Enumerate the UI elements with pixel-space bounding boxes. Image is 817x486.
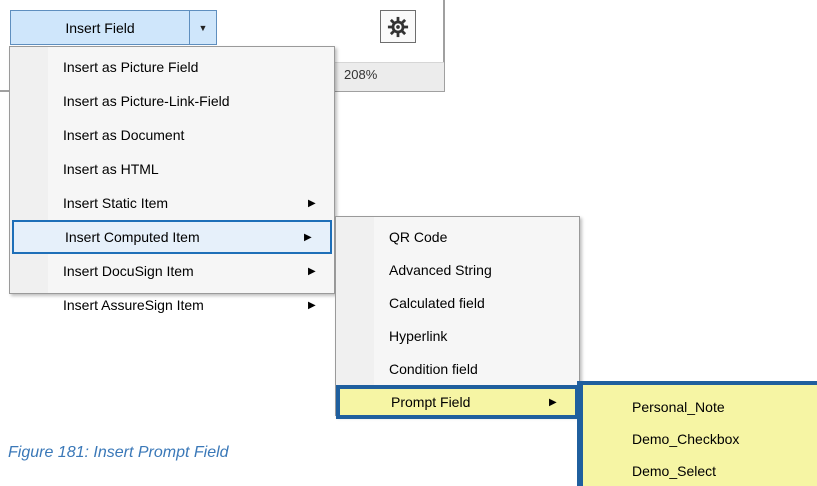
submenu-arrow-icon: ▶ xyxy=(308,299,316,311)
menu-item-insert-docusign-item[interactable]: Insert DocuSign Item ▶ xyxy=(10,254,334,288)
menu-item-insert-as-picture-field[interactable]: Insert as Picture Field xyxy=(10,50,334,84)
insert-field-button[interactable]: Insert Field xyxy=(11,11,189,44)
menu-item-demo-select[interactable]: Demo_Select xyxy=(577,455,817,486)
menu-item-hyperlink[interactable]: Hyperlink xyxy=(336,319,579,352)
menu-item-label: Insert as Picture-Link-Field xyxy=(63,93,230,109)
submenu-arrow-icon: ▶ xyxy=(308,197,316,209)
chevron-down-icon: ▼ xyxy=(198,22,208,33)
menu-item-label: Condition field xyxy=(389,360,478,377)
menu-item-label: Insert Static Item xyxy=(63,195,169,211)
menu-item-insert-static-item[interactable]: Insert Static Item ▶ xyxy=(10,186,334,220)
menu-item-label: Hyperlink xyxy=(389,327,448,344)
submenu-arrow-icon: ▶ xyxy=(308,265,316,277)
menu-item-calculated-field[interactable]: Calculated field xyxy=(336,286,579,319)
zoom-level: 208% xyxy=(344,67,378,82)
computed-item-submenu: QR Code Advanced String Calculated field… xyxy=(335,216,580,419)
highlight-border-left xyxy=(577,381,583,486)
menu-item-personal-note[interactable]: Personal_Note xyxy=(577,391,817,423)
menu-item-label: Calculated field xyxy=(389,294,485,311)
menu-item-condition-field[interactable]: Condition field xyxy=(336,352,579,385)
menu-item-label: Advanced String xyxy=(389,261,492,278)
submenu-arrow-icon: ▶ xyxy=(549,396,557,408)
settings-button[interactable] xyxy=(380,10,416,43)
submenu-arrow-icon: ▶ xyxy=(304,231,312,243)
menu-item-label: Insert as HTML xyxy=(63,161,159,177)
insert-field-dropdown-button[interactable]: ▼ xyxy=(189,11,216,44)
menu-item-label: Insert DocuSign Item xyxy=(63,263,194,279)
menu-item-insert-assuresign-item[interactable]: Insert AssureSign Item ▶ xyxy=(10,288,334,322)
menu-item-label: Demo_Select xyxy=(632,463,717,479)
menu-item-demo-checkbox[interactable]: Demo_Checkbox xyxy=(577,423,817,455)
prompt-field-submenu: Personal_Note Demo_Checkbox Demo_Select xyxy=(577,381,817,486)
menu-item-label: Insert AssureSign Item xyxy=(63,297,204,313)
menu-item-insert-as-picture-link-field[interactable]: Insert as Picture-Link-Field xyxy=(10,84,334,118)
menu-item-label: Personal_Note xyxy=(632,399,725,415)
menu-item-qr-code[interactable]: QR Code xyxy=(336,220,579,253)
menu-item-insert-as-document[interactable]: Insert as Document xyxy=(10,118,334,152)
menu-item-label: Insert as Document xyxy=(63,127,185,143)
menu-item-label: QR Code xyxy=(389,228,448,245)
menu-item-label: Insert as Picture Field xyxy=(63,59,199,75)
menu-item-label: Insert Computed Item xyxy=(65,229,200,245)
menu-item-insert-computed-item[interactable]: Insert Computed Item ▶ xyxy=(12,220,332,254)
insert-field-split-button: Insert Field ▼ xyxy=(10,10,217,45)
figure-caption: Figure 181: Insert Prompt Field xyxy=(8,444,229,461)
menu-item-prompt-field[interactable]: Prompt Field ▶ xyxy=(336,385,579,419)
highlight-border-top xyxy=(577,381,817,385)
menu-item-advanced-string[interactable]: Advanced String xyxy=(336,253,579,286)
menu-item-insert-as-html[interactable]: Insert as HTML xyxy=(10,152,334,186)
menu-item-label: Prompt Field xyxy=(391,394,471,410)
gear-icon xyxy=(387,16,409,37)
insert-field-menu: Insert as Picture Field Insert as Pictur… xyxy=(9,46,335,313)
menu-item-label: Demo_Checkbox xyxy=(632,431,740,447)
